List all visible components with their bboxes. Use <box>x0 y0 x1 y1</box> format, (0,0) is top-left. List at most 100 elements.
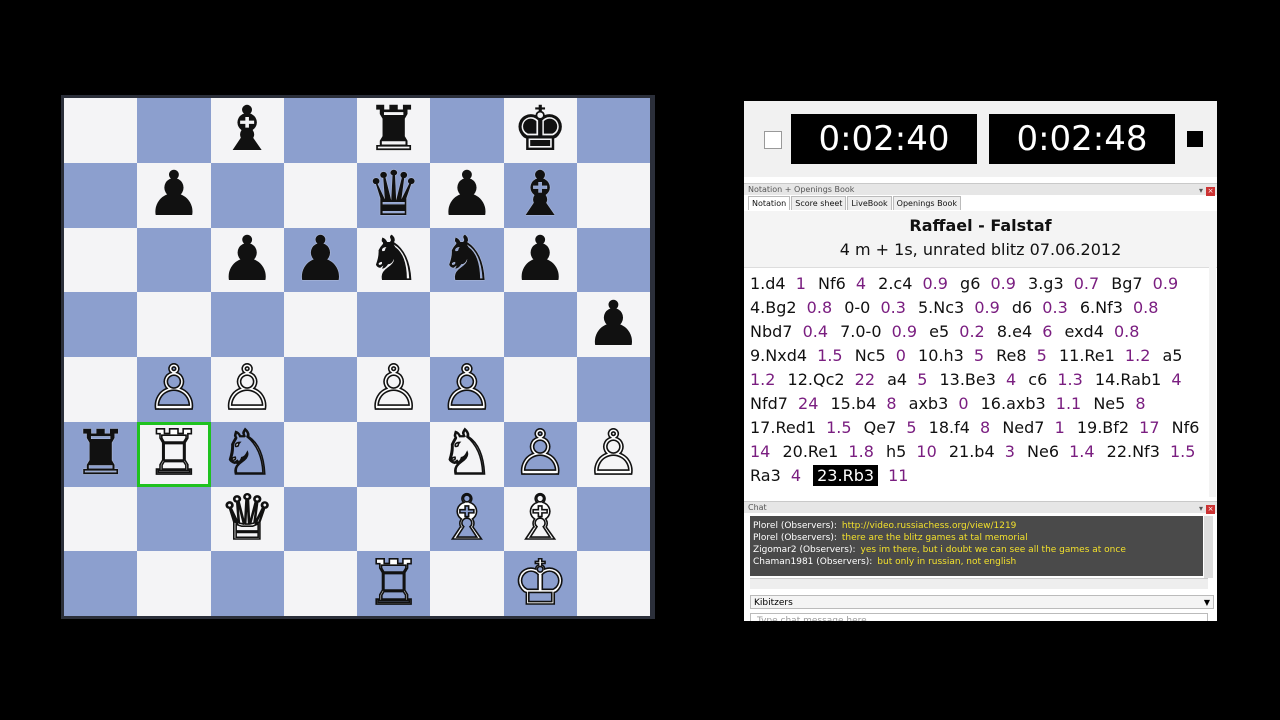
move[interactable]: 19.Bf2 <box>1077 418 1129 437</box>
white-piece-icon[interactable]: ♕ <box>219 486 276 550</box>
square-g4[interactable] <box>503 357 577 422</box>
square-f4[interactable]: ♙ <box>430 356 504 422</box>
square-h3[interactable]: ♙ <box>576 421 650 487</box>
square-c7[interactable] <box>210 162 284 228</box>
move[interactable]: 22.Nf3 <box>1107 442 1160 461</box>
square-b8[interactable] <box>137 98 211 163</box>
black-piece-icon[interactable]: ♟ <box>219 227 275 290</box>
move[interactable]: 2.c4 <box>878 274 912 293</box>
move[interactable]: 9.Nxd4 <box>750 346 807 365</box>
black-piece-icon[interactable]: ♟ <box>293 227 349 290</box>
move[interactable]: Nfd7 <box>750 394 788 413</box>
chat-vertical-scrollbar[interactable] <box>1204 516 1213 578</box>
square-a4[interactable] <box>64 357 138 422</box>
chat-message[interactable]: http://video.russiachess.org/view/1219 <box>842 521 1017 531</box>
square-c4[interactable]: ♙ <box>210 356 284 422</box>
pane-menu-icon[interactable]: ▾ <box>1199 504 1203 513</box>
square-g8[interactable]: ♚ <box>503 98 577 163</box>
white-piece-icon[interactable]: ♙ <box>512 421 569 485</box>
move[interactable]: 15.b4 <box>830 394 876 413</box>
kibitzers-select[interactable]: Kibitzers ▼ <box>750 595 1214 609</box>
move[interactable]: Nf6 <box>818 274 846 293</box>
black-piece-icon[interactable]: ♝ <box>512 163 568 225</box>
square-h8[interactable] <box>576 98 650 163</box>
square-c8[interactable]: ♝ <box>210 98 284 163</box>
square-f1[interactable] <box>430 551 504 616</box>
move[interactable]: 13.Be3 <box>939 370 995 389</box>
square-h1[interactable] <box>576 551 650 616</box>
black-piece-icon[interactable]: ♛ <box>366 163 422 225</box>
move[interactable]: 20.Re1 <box>782 442 838 461</box>
move[interactable]: 23.Rb3 <box>813 465 879 486</box>
move-list-scrollbar[interactable] <box>1209 267 1216 497</box>
square-d6[interactable]: ♟ <box>283 227 357 293</box>
move[interactable]: 8.e4 <box>997 322 1032 341</box>
square-b7[interactable]: ♟ <box>137 163 211 228</box>
square-a8[interactable] <box>64 98 138 163</box>
square-f7[interactable]: ♟ <box>430 163 504 228</box>
square-d1[interactable] <box>283 551 357 616</box>
white-piece-icon[interactable]: ♔ <box>512 550 569 614</box>
move[interactable]: Re8 <box>996 346 1026 365</box>
square-f2[interactable]: ♗ <box>430 486 504 552</box>
move[interactable]: 1.d4 <box>750 274 786 293</box>
square-e1[interactable]: ♖ <box>357 550 431 616</box>
square-g3[interactable]: ♙ <box>503 421 577 487</box>
square-c6[interactable]: ♟ <box>210 227 284 293</box>
black-piece-icon[interactable]: ♟ <box>439 163 495 225</box>
move[interactable]: a4 <box>887 370 907 389</box>
square-g1[interactable]: ♔ <box>503 550 577 616</box>
move[interactable]: 4.Bg2 <box>750 298 797 317</box>
square-g7[interactable]: ♝ <box>503 163 577 228</box>
move[interactable]: exd4 <box>1065 322 1104 341</box>
black-piece-icon[interactable]: ♟ <box>586 292 642 355</box>
move[interactable]: axb3 <box>909 394 949 413</box>
white-piece-icon[interactable]: ♙ <box>585 421 642 485</box>
move[interactable]: Nbd7 <box>750 322 792 341</box>
move[interactable]: 10.h3 <box>918 346 964 365</box>
square-c5[interactable] <box>210 292 284 357</box>
square-g5[interactable] <box>503 292 577 357</box>
close-icon[interactable]: × <box>1206 187 1215 196</box>
move[interactable]: 11.Re1 <box>1059 346 1115 365</box>
chat-message-input[interactable]: Type chat message here <box>750 613 1208 621</box>
square-b4[interactable]: ♙ <box>137 356 211 422</box>
square-d3[interactable] <box>283 421 357 487</box>
square-a7[interactable] <box>64 162 138 228</box>
move[interactable]: Ned7 <box>1002 418 1044 437</box>
square-f6[interactable]: ♞ <box>430 227 504 293</box>
square-e4[interactable]: ♙ <box>357 356 431 422</box>
move[interactable]: Ne5 <box>1093 394 1125 413</box>
square-g6[interactable]: ♟ <box>503 227 577 293</box>
black-piece-icon[interactable]: ♚ <box>512 98 568 160</box>
move[interactable]: 16.axb3 <box>981 394 1046 413</box>
tab-openings-book[interactable]: Openings Book <box>892 196 962 210</box>
square-b2[interactable] <box>137 486 211 552</box>
white-piece-icon[interactable]: ♗ <box>512 486 569 550</box>
move[interactable]: 21.b4 <box>949 442 995 461</box>
square-e3[interactable] <box>357 421 431 487</box>
square-e2[interactable] <box>357 486 431 552</box>
move[interactable]: e5 <box>929 322 949 341</box>
square-h5[interactable]: ♟ <box>576 292 650 357</box>
chat-horizontal-scrollbar[interactable] <box>750 578 1208 589</box>
square-c2[interactable]: ♕ <box>210 486 284 552</box>
square-c1[interactable] <box>210 551 284 616</box>
square-d4[interactable] <box>283 357 357 422</box>
close-icon[interactable]: × <box>1206 505 1215 514</box>
white-piece-icon[interactable]: ♖ <box>145 421 202 485</box>
white-piece-icon[interactable]: ♙ <box>219 356 276 420</box>
square-c3[interactable]: ♘ <box>210 421 284 487</box>
move[interactable]: 6.Nf3 <box>1080 298 1123 317</box>
black-piece-icon[interactable]: ♜ <box>366 98 422 160</box>
black-piece-icon[interactable]: ♜ <box>73 422 129 484</box>
move[interactable]: Ra3 <box>750 466 781 485</box>
square-a1[interactable] <box>64 551 138 616</box>
tab-notation[interactable]: Notation <box>748 196 791 210</box>
move[interactable]: Qe7 <box>864 418 897 437</box>
square-f5[interactable] <box>430 292 504 357</box>
tab-score-sheet[interactable]: Score sheet <box>791 196 847 210</box>
square-e8[interactable]: ♜ <box>357 98 431 163</box>
square-a2[interactable] <box>64 486 138 552</box>
white-piece-icon[interactable]: ♘ <box>219 421 276 485</box>
